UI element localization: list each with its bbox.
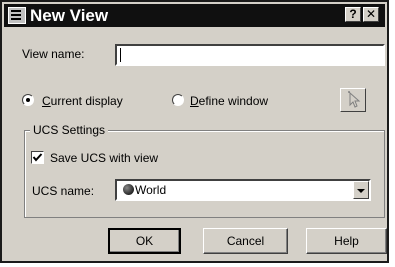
cancel-button[interactable]: Cancel [203, 228, 288, 254]
ucs-name-dropdown[interactable]: World [115, 179, 371, 201]
ucs-name-value: World [135, 183, 167, 197]
help-button[interactable]: Help [306, 228, 387, 254]
view-name-label: View name: [22, 47, 85, 61]
cursor-arrow-icon [348, 91, 361, 108]
ucs-name-label: UCS name: [32, 184, 95, 198]
current-display-radio[interactable] [22, 94, 34, 106]
view-name-input[interactable] [115, 44, 385, 66]
title-bar[interactable]: New View ? ✕ [4, 4, 385, 27]
define-window-label[interactable]: Define window [190, 94, 268, 108]
ucs-settings-title: UCS Settings [30, 123, 109, 137]
ok-button[interactable]: OK [108, 228, 181, 254]
help-title-button[interactable]: ? [345, 7, 361, 22]
save-ucs-label[interactable]: Save UCS with view [50, 151, 158, 165]
define-window-radio[interactable] [172, 94, 184, 106]
ucs-settings-group [24, 130, 385, 218]
current-display-label[interactable]: Current display [42, 94, 123, 108]
chevron-down-icon[interactable] [353, 181, 369, 199]
app-icon [8, 7, 26, 24]
globe-icon [123, 184, 134, 195]
text-caret [120, 48, 121, 62]
dialog-title: New View [30, 6, 109, 25]
check-mark-icon [32, 153, 43, 162]
pick-window-button[interactable] [340, 88, 366, 112]
save-ucs-checkbox[interactable] [31, 151, 44, 164]
close-button[interactable]: ✕ [363, 7, 379, 22]
